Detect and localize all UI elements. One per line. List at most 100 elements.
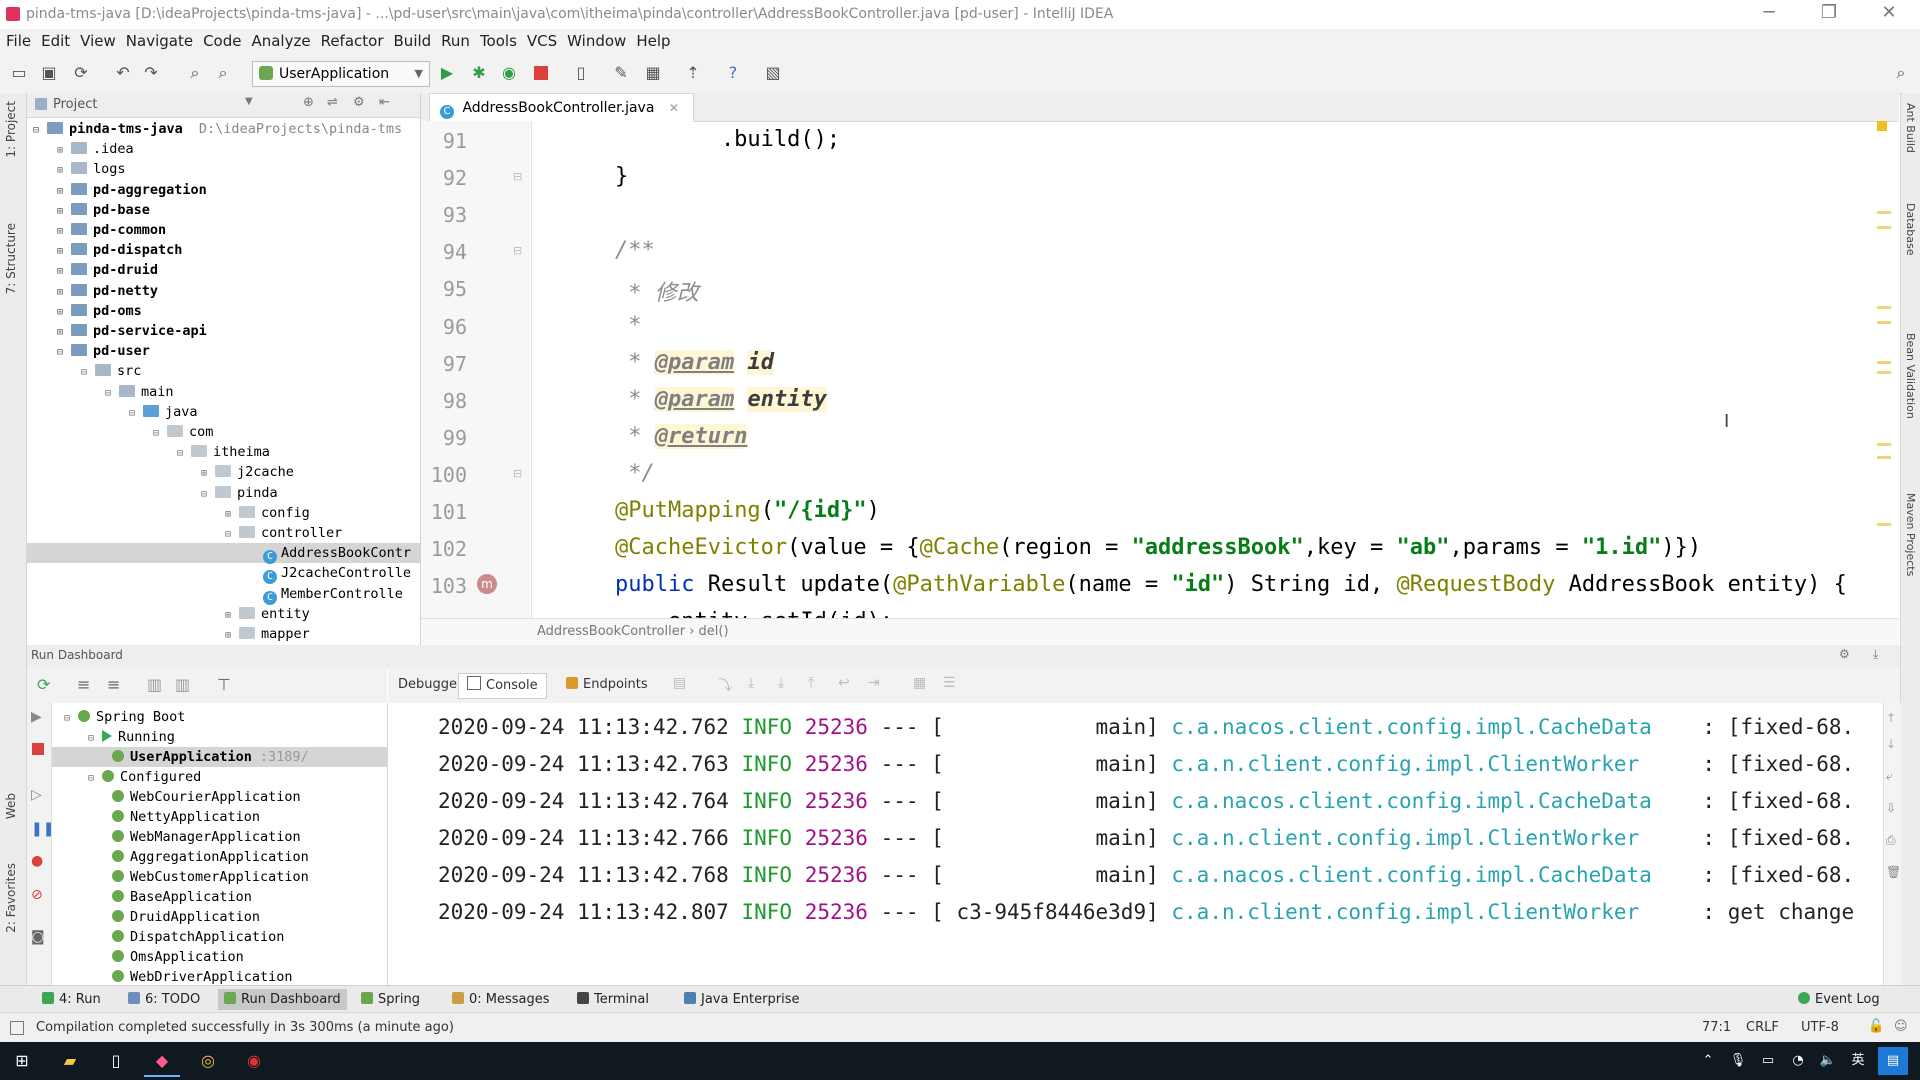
- project-tree-item-pd-service-api[interactable]: ⊞ pd-service-api: [57, 321, 207, 341]
- expand-icon[interactable]: ⊞: [57, 202, 67, 222]
- project-tree-item-pd-aggregation[interactable]: ⊞ pd-aggregation: [57, 180, 207, 200]
- collapse-icon[interactable]: ⊟: [57, 343, 67, 363]
- tool-windows-toggle-icon[interactable]: [10, 1021, 24, 1035]
- close-tab-icon[interactable]: ✕: [669, 101, 679, 115]
- group-by-icon[interactable]: ▥: [147, 675, 162, 694]
- project-tree-item-controller[interactable]: ⊟ controller: [225, 523, 342, 543]
- breakpoint-icon[interactable]: ●: [31, 853, 43, 869]
- project-tree-item-itheima[interactable]: ⊟ itheima: [177, 442, 270, 462]
- expand-icon[interactable]: ⊞: [57, 222, 67, 242]
- run-icon[interactable]: ▶: [31, 709, 42, 725]
- fold-marker-icon[interactable]: ⊟: [513, 244, 522, 257]
- collapse-all-icon[interactable]: ⇌: [327, 95, 338, 110]
- console-output[interactable]: 2020-09-24 11:13:42.762 INFO 25236 --- […: [388, 703, 1883, 985]
- project-tree-item-config[interactable]: ⊞ config: [225, 503, 310, 523]
- search-everywhere-icon[interactable]: ⌕: [1890, 62, 1912, 84]
- project-tree-item-pd-base[interactable]: ⊞ pd-base: [57, 200, 150, 220]
- plugin-icon[interactable]: ▧: [762, 62, 784, 84]
- app-icon[interactable]: ◉: [236, 1047, 272, 1075]
- editor-tab-addressbookcontroller[interactable]: C AddressBookController.java ✕: [429, 93, 694, 122]
- input-method-icon[interactable]: 英: [1840, 1047, 1876, 1075]
- expand-icon[interactable]: ⊞: [57, 182, 67, 202]
- project-tree-item-pd-common[interactable]: ⊞ pd-common: [57, 220, 166, 240]
- stripe-marker[interactable]: [1877, 443, 1891, 446]
- step-out-icon[interactable]: ⤒: [808, 675, 814, 691]
- rerun-icon[interactable]: ⟳: [37, 675, 50, 694]
- redo-icon[interactable]: ↷: [140, 62, 162, 84]
- run-to-cursor-icon[interactable]: ⇥: [868, 675, 880, 691]
- minimize-button[interactable]: ─: [1746, 2, 1792, 26]
- log-line[interactable]: 2020-09-24 11:13:42.768 INFO 25236 --- […: [438, 863, 1854, 887]
- close-button[interactable]: ✕: [1866, 2, 1912, 26]
- restore-layout-icon[interactable]: ▤: [673, 675, 686, 691]
- code-line[interactable]: @PutMapping("/{id}"): [562, 498, 880, 523]
- debug-icon[interactable]: ▷: [31, 787, 42, 803]
- run-dashboard-item-spring-boot[interactable]: ⊟ Spring Boot: [64, 707, 185, 727]
- project-tree-item-logs[interactable]: ⊞ logs: [57, 159, 126, 179]
- expand-icon[interactable]: ⊞: [225, 626, 235, 645]
- log-line[interactable]: 2020-09-24 11:13:42.766 INFO 25236 --- […: [438, 826, 1854, 850]
- expand-icon[interactable]: ⊞: [57, 141, 67, 161]
- open-folder-icon[interactable]: ▭: [8, 62, 30, 84]
- code-line[interactable]: * @param entity: [562, 386, 827, 412]
- maven-projects-tool-tab[interactable]: Maven Projects: [1904, 493, 1917, 576]
- menu-tools[interactable]: Tools: [480, 32, 517, 50]
- project-tree-item-src[interactable]: ⊟ src: [81, 361, 141, 381]
- fold-marker-icon[interactable]: ⊟: [513, 170, 522, 183]
- run-dashboard-item-webcourierapplication[interactable]: WebCourierApplication: [112, 787, 301, 807]
- error-stripe[interactable]: [1877, 121, 1897, 541]
- menu-help[interactable]: Help: [636, 32, 670, 50]
- collapse-icon[interactable]: ⊟: [225, 525, 235, 545]
- project-tree-item-main[interactable]: ⊟ main: [105, 382, 174, 402]
- code-line[interactable]: /**: [562, 238, 655, 263]
- menu-vcs[interactable]: VCS: [527, 32, 557, 50]
- tool-tab-6-todo[interactable]: 6: TODO: [122, 989, 206, 1010]
- collapse-all-icon[interactable]: ≡: [107, 675, 120, 694]
- tool-tab-run-dashboard[interactable]: Run Dashboard: [218, 989, 347, 1010]
- expand-all-icon[interactable]: ≡: [77, 675, 90, 694]
- project-tree-item-pd-netty[interactable]: ⊞ pd-netty: [57, 281, 158, 301]
- collapse-icon[interactable]: ⊟: [153, 424, 163, 444]
- stripe-marker[interactable]: [1877, 211, 1891, 214]
- run-dashboard-item-webmanagerapplication[interactable]: WebManagerApplication: [112, 827, 301, 847]
- build-icon[interactable]: ▯: [570, 62, 592, 84]
- run-configuration-select[interactable]: UserApplication ▼: [252, 61, 430, 87]
- scroll-up-icon[interactable]: ↑: [1886, 711, 1896, 725]
- debug-icon[interactable]: ✱: [468, 62, 490, 84]
- expand-icon[interactable]: ⊞: [57, 303, 67, 323]
- run-dashboard-item-baseapplication[interactable]: BaseApplication: [112, 887, 252, 907]
- tool-tab-0-messages[interactable]: 0: Messages: [446, 989, 556, 1010]
- run-dashboard-item-dispatchapplication[interactable]: DispatchApplication: [112, 927, 284, 947]
- hide-panel-icon[interactable]: ⇤: [379, 95, 390, 110]
- notepad-icon[interactable]: ▯: [98, 1047, 134, 1075]
- menu-file[interactable]: File: [6, 32, 31, 50]
- run-dashboard-item-druidapplication[interactable]: DruidApplication: [112, 907, 260, 927]
- chrome-icon[interactable]: ◎: [190, 1047, 226, 1075]
- project-panel-title[interactable]: Project: [53, 97, 97, 112]
- line-separator[interactable]: CRLF: [1746, 1020, 1779, 1035]
- code-line[interactable]: *: [562, 313, 641, 338]
- log-line[interactable]: 2020-09-24 11:13:42.807 INFO 25236 --- […: [438, 900, 1854, 924]
- gear-icon[interactable]: ⚙: [353, 95, 365, 110]
- collapse-icon[interactable]: ⊟: [88, 769, 98, 789]
- run-dashboard-item-webdriverapplication[interactable]: WebDriverApplication: [112, 967, 293, 985]
- vcs-icon[interactable]: ⇡: [682, 62, 704, 84]
- run-dashboard-item-aggregationapplication[interactable]: AggregationApplication: [112, 847, 309, 867]
- tool-tab-terminal[interactable]: Terminal: [571, 989, 655, 1010]
- project-tool-tab[interactable]: 1: Project: [4, 101, 18, 158]
- project-tree-item-idea[interactable]: ⊞ .idea: [57, 139, 134, 159]
- collapse-icon[interactable]: ⊟: [88, 729, 98, 749]
- event-log-tab[interactable]: Event Log: [1792, 989, 1886, 1010]
- project-tree-item-j2cache[interactable]: ⊞ j2cache: [201, 462, 294, 482]
- structure-tool-tab[interactable]: 7: Structure: [4, 223, 18, 294]
- menu-code[interactable]: Code: [203, 32, 241, 50]
- lock-icon[interactable]: 🔓: [1868, 1019, 1884, 1034]
- project-structure-icon[interactable]: ✎: [610, 62, 632, 84]
- replace-icon[interactable]: ⌕: [212, 62, 234, 84]
- project-tree-item-addressbookcontr[interactable]: C AddressBookContr: [27, 543, 420, 565]
- menu-build[interactable]: Build: [394, 32, 432, 50]
- code-line[interactable]: * @param id: [562, 349, 774, 375]
- coverage-icon[interactable]: ◉: [498, 62, 520, 84]
- force-step-into-icon[interactable]: ⤓: [778, 675, 784, 691]
- print-icon[interactable]: ⎙: [1886, 833, 1896, 848]
